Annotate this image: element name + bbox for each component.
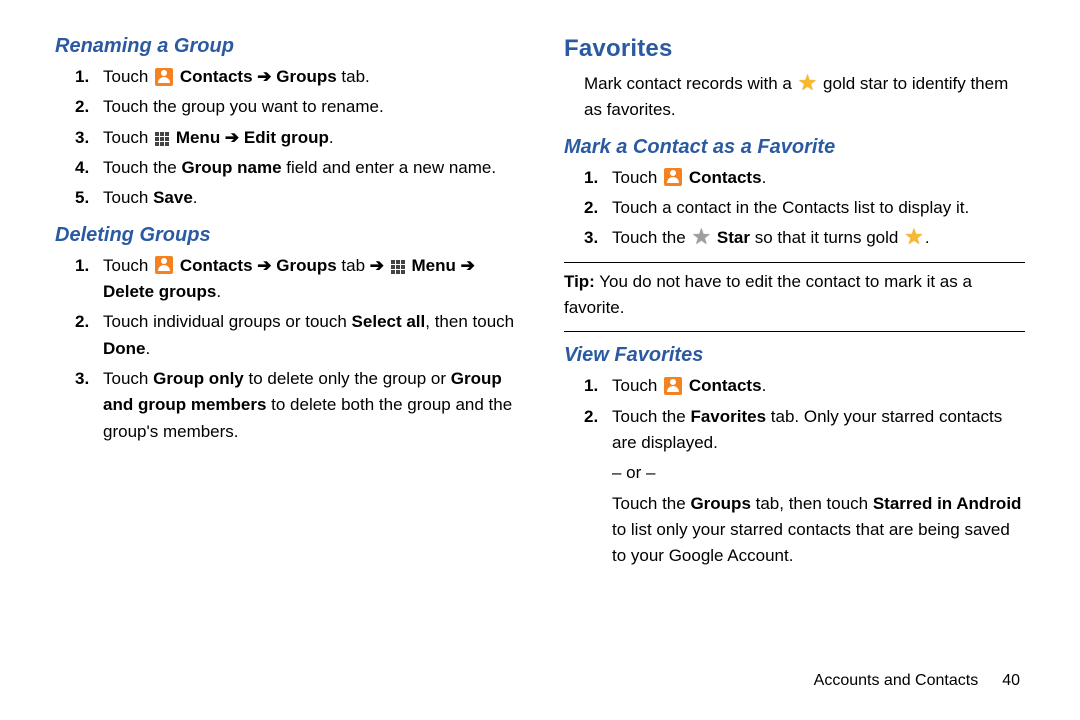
star-gold-icon: ★ [904, 230, 924, 244]
heading-mark-favorite: Mark a Contact as a Favorite [564, 136, 1025, 159]
heading-deleting-groups: Deleting Groups [55, 224, 516, 247]
rename-step-5: Touch Save. [75, 185, 516, 211]
rename-step-1: Touch Contacts ➔ Groups tab. [75, 64, 516, 90]
mark-step-1: Touch Contacts. [584, 165, 1025, 191]
view-alt-text: Touch the Groups tab, then touch Starred… [612, 491, 1025, 570]
contact-icon [155, 256, 173, 274]
right-column: Favorites Mark contact records with a ★ … [564, 35, 1025, 574]
mark-step-3: Touch the ★ Star so that it turns gold ★… [584, 225, 1025, 251]
divider [564, 331, 1025, 332]
view-step-2: Touch the Favorites tab. Only your starr… [584, 404, 1025, 457]
star-grey-icon: ★ [691, 230, 711, 244]
mark-steps: Touch Contacts. Touch a contact in the C… [584, 165, 1025, 252]
rename-step-4: Touch the Group name field and enter a n… [75, 155, 516, 181]
or-separator: – or – [612, 460, 1025, 486]
menu-icon [155, 132, 169, 146]
mark-step-2: Touch a contact in the Contacts list to … [584, 195, 1025, 221]
delete-step-3: Touch Group only to delete only the grou… [75, 366, 516, 445]
delete-step-1: Touch Contacts ➔ Groups tab ➔ Menu ➔ Del… [75, 253, 516, 306]
heading-view-favorites: View Favorites [564, 344, 1025, 367]
delete-steps: Touch Contacts ➔ Groups tab ➔ Menu ➔ Del… [75, 253, 516, 445]
rename-step-3: Touch Menu ➔ Edit group. [75, 125, 516, 151]
contact-icon [155, 68, 173, 86]
star-gold-icon: ★ [798, 76, 818, 90]
contact-icon [664, 377, 682, 395]
delete-step-2: Touch individual groups or touch Select … [75, 309, 516, 362]
footer-section: Accounts and Contacts [814, 672, 979, 689]
divider [564, 262, 1025, 263]
view-step-1: Touch Contacts. [584, 373, 1025, 399]
page-footer: Accounts and Contacts 40 [814, 672, 1020, 690]
menu-icon [391, 260, 405, 274]
rename-step-2: Touch the group you want to rename. [75, 94, 516, 120]
heading-renaming-group: Renaming a Group [55, 35, 516, 58]
rename-steps: Touch Contacts ➔ Groups tab. Touch the g… [75, 64, 516, 212]
favorites-intro: Mark contact records with a ★ gold star … [584, 71, 1025, 124]
tip-text: Tip: You do not have to edit the contact… [564, 269, 1025, 322]
left-column: Renaming a Group Touch Contacts ➔ Groups… [55, 35, 516, 574]
contact-icon [664, 168, 682, 186]
view-steps: Touch Contacts. Touch the Favorites tab.… [584, 373, 1025, 456]
heading-favorites: Favorites [564, 35, 1025, 63]
page-number: 40 [1002, 672, 1020, 689]
